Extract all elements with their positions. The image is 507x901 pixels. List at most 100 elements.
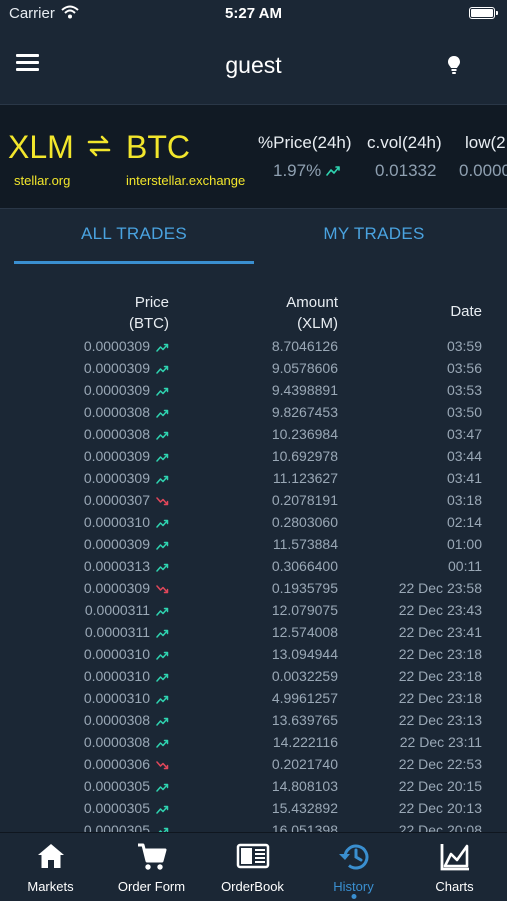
trade-date: 03:53 <box>446 382 482 398</box>
stat-low: low(2 0.0000 <box>459 133 507 181</box>
quote-asset-domain: interstellar.exchange <box>126 173 246 188</box>
trade-amount: 9.4398891 <box>271 382 338 398</box>
trade-date: 22 Dec 23:13 <box>398 712 482 728</box>
trade-price: 0.0000309 <box>83 470 150 486</box>
trade-row: 0.0000313 0.3066400 00:11 <box>0 555 507 577</box>
chart-icon <box>439 842 471 877</box>
tab-markets[interactable]: Markets <box>0 833 101 901</box>
trade-price: 0.0000307 <box>83 492 150 508</box>
date-column-header: Date <box>450 303 482 320</box>
tab-label: Markets <box>27 879 74 894</box>
trade-price: 0.0000306 <box>83 756 150 772</box>
tab-charts[interactable]: Charts <box>404 833 505 901</box>
tab-my-trades[interactable]: MY TRADES <box>254 224 494 244</box>
trend-up-icon <box>156 604 169 616</box>
tab-order-form[interactable]: Order Form <box>101 833 202 901</box>
base-asset-code[interactable]: XLM <box>8 129 74 166</box>
trade-price: 0.0000309 <box>83 580 150 596</box>
trade-row: 0.0000309 0.1935795 22 Dec 23:58 <box>0 577 507 599</box>
trend-up-icon <box>156 516 169 528</box>
trade-price: 0.0000309 <box>83 360 150 376</box>
trade-row: 0.0000308 9.8267453 03:50 <box>0 401 507 423</box>
tab-label: Order Form <box>117 879 186 894</box>
trade-amount: 13.094944 <box>271 646 338 662</box>
trade-date: 22 Dec 23:43 <box>398 602 482 618</box>
trade-row: 0.0000311 12.079075 22 Dec 23:43 <box>0 599 507 621</box>
trades-table-header: Price (BTC) Amount (XLM) Date <box>0 290 507 336</box>
trade-date: 22 Dec 23:41 <box>398 624 482 640</box>
trade-amount: 0.2078191 <box>271 492 338 508</box>
trade-date: 22 Dec 20:15 <box>398 778 482 794</box>
trend-up-icon <box>156 450 169 462</box>
trade-amount: 11.123627 <box>272 470 338 486</box>
trade-date: 22 Dec 23:18 <box>398 646 482 662</box>
trade-price: 0.0000310 <box>83 668 150 684</box>
trade-row: 0.0000310 0.2803060 02:14 <box>0 511 507 533</box>
trade-row: 0.0000309 9.0578606 03:56 <box>0 357 507 379</box>
trade-date: 22 Dec 22:53 <box>398 756 482 772</box>
trade-price: 0.0000308 <box>83 712 150 728</box>
clock: 5:27 AM <box>225 5 282 22</box>
trade-row: 0.0000308 13.639765 22 Dec 23:13 <box>0 709 507 731</box>
stat-value: 0.01332 <box>375 161 437 180</box>
trade-price: 0.0000308 <box>83 734 150 750</box>
trend-up-icon <box>156 780 169 792</box>
trade-row: 0.0000309 9.4398891 03:53 <box>0 379 507 401</box>
cart-icon <box>136 842 168 877</box>
trade-date: 03:50 <box>446 404 482 420</box>
trade-price: 0.0000305 <box>83 800 150 816</box>
tab-history[interactable]: History <box>303 833 404 901</box>
trend-up-icon <box>156 428 169 440</box>
stat-value: 1.97% <box>273 161 322 180</box>
trade-row: 0.0000309 8.7046126 03:59 <box>0 335 507 357</box>
trade-date: 22 Dec 23:18 <box>398 690 482 706</box>
trade-row: 0.0000310 0.0032259 22 Dec 23:18 <box>0 665 507 687</box>
home-icon <box>36 842 66 875</box>
trade-amount: 16.051398 <box>271 822 338 832</box>
trend-up-icon <box>156 714 169 726</box>
page-title: guest <box>225 52 282 78</box>
trade-price: 0.0000310 <box>83 690 150 706</box>
book-icon <box>236 842 270 875</box>
trade-price: 0.0000313 <box>83 558 150 574</box>
trend-up-icon <box>156 692 169 704</box>
trade-amount: 11.573884 <box>272 536 338 552</box>
trades-list[interactable]: 0.0000309 8.7046126 03:59 0.0000309 9.057860… <box>0 335 507 832</box>
trade-date: 03:41 <box>446 470 482 486</box>
trend-up-icon <box>156 626 169 638</box>
trade-price: 0.0000309 <box>83 338 150 354</box>
trade-row: 0.0000306 0.2021740 22 Dec 22:53 <box>0 753 507 775</box>
trade-amount: 0.3066400 <box>271 558 338 574</box>
trade-amount: 10.236984 <box>271 426 338 442</box>
quote-asset-code[interactable]: BTC <box>126 129 190 166</box>
tab-label: Charts <box>435 879 474 894</box>
tab-orderbook[interactable]: OrderBook <box>202 833 303 901</box>
amount-column-header: Amount (XLM) <box>286 294 338 332</box>
trade-amount: 12.574008 <box>271 624 338 640</box>
trade-row: 0.0000310 13.094944 22 Dec 23:18 <box>0 643 507 665</box>
trend-up-icon <box>156 362 169 374</box>
trade-date: 03:44 <box>446 448 482 464</box>
trade-price: 0.0000309 <box>83 382 150 398</box>
price-column-header: Price (BTC) <box>129 294 169 332</box>
trade-amount: 0.2803060 <box>271 514 338 530</box>
trade-row: 0.0000309 10.692978 03:44 <box>0 445 507 467</box>
trend-up-icon <box>156 802 169 814</box>
trade-amount: 14.222116 <box>272 734 338 750</box>
trade-amount: 12.079075 <box>271 602 338 618</box>
tab-all-trades[interactable]: ALL TRADES <box>14 224 254 244</box>
trend-up-icon <box>156 384 169 396</box>
trade-row: 0.0000305 14.808103 22 Dec 20:15 <box>0 775 507 797</box>
trades-tabs: ALL TRADES MY TRADES <box>0 207 507 265</box>
trade-amount: 0.1935795 <box>271 580 338 596</box>
trend-up-icon <box>156 538 169 550</box>
trade-row: 0.0000307 0.2078191 03:18 <box>0 489 507 511</box>
lightbulb-icon[interactable] <box>445 54 463 76</box>
trade-amount: 15.432892 <box>271 800 338 816</box>
trade-row: 0.0000310 4.9961257 22 Dec 23:18 <box>0 687 507 709</box>
trend-up-icon <box>156 670 169 682</box>
trade-price: 0.0000311 <box>84 602 150 618</box>
navigation-bar: guest <box>0 28 507 104</box>
base-asset-domain: stellar.org <box>14 173 71 188</box>
swap-pair-icon[interactable] <box>86 135 112 162</box>
